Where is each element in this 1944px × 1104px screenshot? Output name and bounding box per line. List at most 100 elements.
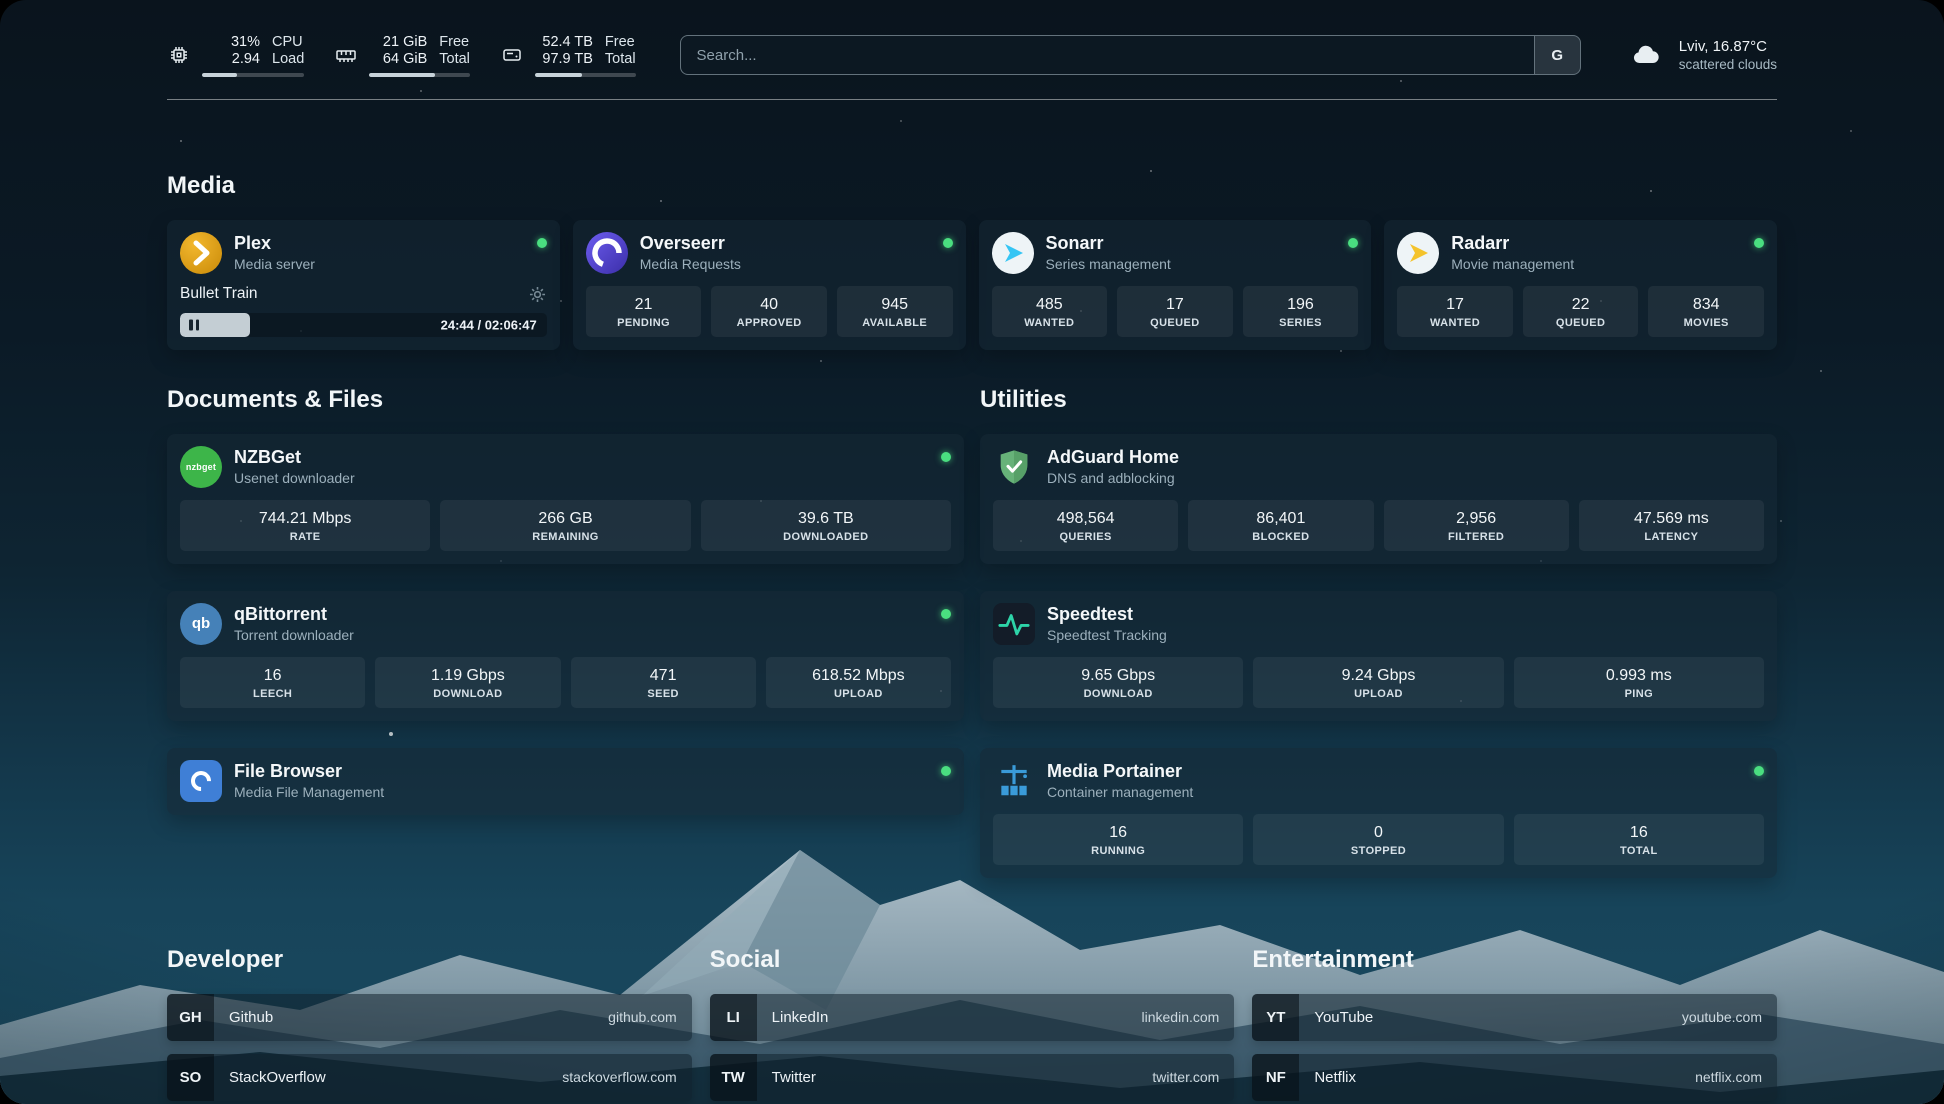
bookmark-stackoverflow[interactable]: SO StackOverflow stackoverflow.com xyxy=(167,1054,692,1101)
section-title-entertainment: Entertainment xyxy=(1252,946,1777,974)
weather-condition: scattered clouds xyxy=(1679,56,1777,74)
service-card-overseerr[interactable]: Overseerr Media Requests 21 PENDING 40 A… xyxy=(573,220,966,350)
stat-tile: 744.21 Mbps RATE xyxy=(180,500,430,551)
service-card-speedtest[interactable]: Speedtest Speedtest Tracking 9.65 Gbps D… xyxy=(980,591,1777,721)
memory-icon xyxy=(334,43,358,67)
stat-label: QUERIES xyxy=(997,531,1174,543)
stat-tile: 9.65 Gbps DOWNLOAD xyxy=(993,657,1243,708)
memory-widget: 21 GiB Free 64 GiB Total xyxy=(334,34,470,77)
stat-value: 471 xyxy=(575,666,752,686)
service-card-adguard[interactable]: AdGuard Home DNS and adblocking 498,564 … xyxy=(980,434,1777,564)
stat-tile: 17 QUEUED xyxy=(1117,286,1233,337)
stat-tile: 21 PENDING xyxy=(586,286,702,337)
service-subtitle: Media File Management xyxy=(234,784,384,800)
stat-tile: 86,401 BLOCKED xyxy=(1188,500,1373,551)
stat-tile: 17 WANTED xyxy=(1397,286,1513,337)
cpu-load-label: Load xyxy=(272,51,304,68)
stat-label: WANTED xyxy=(996,317,1104,329)
speedtest-icon xyxy=(993,603,1035,645)
disk-free: 52.4 TB xyxy=(535,34,593,51)
stat-tile: 618.52 Mbps UPLOAD xyxy=(766,657,951,708)
bookmark-url: stackoverflow.com xyxy=(562,1069,676,1085)
github-abbr-icon: GH xyxy=(167,994,214,1041)
nzbget-icon: nzbget xyxy=(180,446,222,488)
stat-value: 86,401 xyxy=(1192,509,1369,529)
search-bar: G xyxy=(680,35,1581,75)
portainer-icon xyxy=(993,760,1035,802)
stat-tile: 196 SERIES xyxy=(1243,286,1359,337)
stat-tile: 40 APPROVED xyxy=(711,286,827,337)
bookmark-name: Twitter xyxy=(772,1069,816,1086)
cpu-widget: 31% CPU 2.94 Load xyxy=(167,34,304,77)
disk-free-label: Free xyxy=(605,34,635,51)
media-grid: Plex Media server Bullet Train 24:44 / 0 xyxy=(167,220,1777,350)
service-card-radarr[interactable]: Radarr Movie management 17 WANTED 22 QUE… xyxy=(1384,220,1777,350)
stat-value: 40 xyxy=(715,295,823,315)
bookmark-name: Netflix xyxy=(1314,1069,1356,1086)
stat-label: LEECH xyxy=(184,688,361,700)
bookmark-url: linkedin.com xyxy=(1142,1009,1220,1025)
section-title-utilities: Utilities xyxy=(980,386,1777,414)
bookmark-youtube[interactable]: YT YouTube youtube.com xyxy=(1252,994,1777,1041)
playback-progress-bar[interactable]: 24:44 / 02:06:47 xyxy=(180,313,547,337)
service-card-nzbget[interactable]: nzbget NZBGet Usenet downloader 744.21 M… xyxy=(167,434,964,564)
section-title-social: Social xyxy=(710,946,1235,974)
status-dot xyxy=(1754,238,1764,248)
memory-progress-bar xyxy=(369,73,470,77)
service-card-filebrowser[interactable]: File Browser Media File Management xyxy=(167,748,964,815)
dashboard-content: 31% CPU 2.94 Load xyxy=(167,34,1777,1104)
memory-total: 64 GiB xyxy=(369,51,427,68)
stat-value: 17 xyxy=(1401,295,1509,315)
stat-value: 744.21 Mbps xyxy=(184,509,426,529)
service-card-qbittorrent[interactable]: qb qBittorrent Torrent downloader 16 LEE… xyxy=(167,591,964,721)
bookmark-linkedin[interactable]: LI LinkedIn linkedin.com xyxy=(710,994,1235,1041)
service-name: Media Portainer xyxy=(1047,761,1193,782)
stat-label: BLOCKED xyxy=(1192,531,1369,543)
search-provider-button[interactable]: G xyxy=(1534,36,1580,74)
cpu-progress-bar xyxy=(202,73,304,77)
service-name: Plex xyxy=(234,233,315,254)
stat-value: 0 xyxy=(1257,823,1499,843)
service-subtitle: Movie management xyxy=(1451,256,1574,272)
dashboard-screen: 31% CPU 2.94 Load xyxy=(0,0,1944,1104)
search-input[interactable] xyxy=(681,36,1534,74)
bookmark-netflix[interactable]: NF Netflix netflix.com xyxy=(1252,1054,1777,1101)
status-dot xyxy=(941,609,951,619)
service-card-portainer[interactable]: Media Portainer Container management 16 … xyxy=(980,748,1777,878)
cpu-percent: 31% xyxy=(202,34,260,51)
stat-label: APPROVED xyxy=(715,317,823,329)
service-subtitle: Torrent downloader xyxy=(234,627,354,643)
stat-tile: 16 LEECH xyxy=(180,657,365,708)
stat-tile: 2,956 FILTERED xyxy=(1384,500,1569,551)
stat-label: SERIES xyxy=(1247,317,1355,329)
header-divider xyxy=(167,99,1777,100)
service-card-sonarr[interactable]: Sonarr Series management 485 WANTED 17 Q… xyxy=(979,220,1372,350)
bookmark-github[interactable]: GH Github github.com xyxy=(167,994,692,1041)
bookmark-twitter[interactable]: TW Twitter twitter.com xyxy=(710,1054,1235,1101)
cpu-label: CPU xyxy=(272,34,303,51)
qbittorrent-icon: qb xyxy=(180,603,222,645)
service-card-plex[interactable]: Plex Media server Bullet Train 24:44 / 0 xyxy=(167,220,560,350)
sonarr-icon xyxy=(992,232,1034,274)
stat-value: 266 GB xyxy=(444,509,686,529)
weather-location: Lviv, 16.87°C xyxy=(1679,37,1777,57)
stat-value: 21 xyxy=(590,295,698,315)
service-name: Sonarr xyxy=(1046,233,1171,254)
stat-label: STOPPED xyxy=(1257,845,1499,857)
stat-label: AVAILABLE xyxy=(841,317,949,329)
stat-label: UPLOAD xyxy=(1257,688,1499,700)
service-name: qBittorrent xyxy=(234,604,354,625)
stat-value: 47.569 ms xyxy=(1583,509,1760,529)
stat-label: QUEUED xyxy=(1121,317,1229,329)
widget-settings-gear-icon[interactable] xyxy=(528,285,547,304)
top-bar: 31% CPU 2.94 Load xyxy=(167,34,1777,77)
stat-tile: 9.24 Gbps UPLOAD xyxy=(1253,657,1503,708)
bookmark-url: youtube.com xyxy=(1682,1009,1762,1025)
section-title-media: Media xyxy=(167,172,1777,200)
stat-value: 0.993 ms xyxy=(1518,666,1760,686)
stat-tile: 485 WANTED xyxy=(992,286,1108,337)
pause-icon[interactable] xyxy=(189,319,199,330)
stat-label: UPLOAD xyxy=(770,688,947,700)
service-name: Radarr xyxy=(1451,233,1574,254)
stat-label: LATENCY xyxy=(1583,531,1760,543)
